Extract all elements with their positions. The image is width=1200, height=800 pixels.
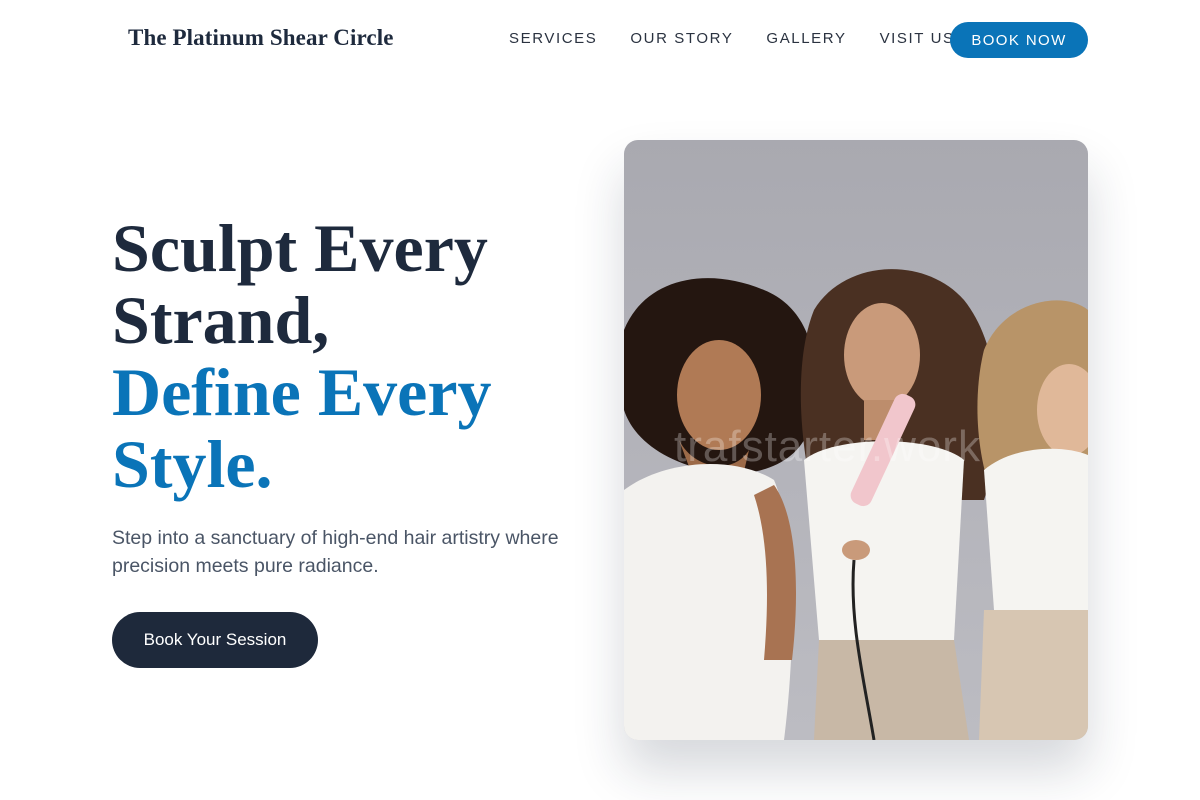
main-nav: SERVICES OUR STORY GALLERY VISIT US [509, 30, 988, 47]
model-center [800, 269, 998, 740]
hero-image: trafstarter.work [624, 140, 1088, 740]
hero-headline: Sculpt Every Strand, Define Every Style. [112, 212, 592, 500]
book-now-button[interactable]: BOOK NOW [950, 22, 1088, 58]
brand-logo[interactable]: The Platinum Shear Circle [128, 25, 394, 51]
model-left [624, 278, 816, 740]
headline-accent-line-2: Style. [112, 426, 273, 502]
nav-services[interactable]: SERVICES [509, 30, 597, 47]
headline-accent-line-1: Define Every [112, 354, 492, 430]
hero-subtext: Step into a sanctuary of high-end hair a… [112, 527, 559, 577]
headline-line-1: Sculpt Every [112, 210, 488, 286]
page: The Platinum Shear Circle SERVICES OUR S… [0, 0, 1200, 800]
model-right [977, 300, 1088, 740]
nav-our-story[interactable]: OUR STORY [630, 30, 733, 47]
headline-line-2: Strand, [112, 282, 330, 358]
image-watermark: trafstarter.work [674, 422, 981, 471]
book-session-button[interactable]: Book Your Session [112, 612, 318, 668]
nav-gallery[interactable]: GALLERY [766, 30, 846, 47]
nav-visit-us[interactable]: VISIT US [880, 30, 955, 47]
site-header: The Platinum Shear Circle SERVICES OUR S… [0, 0, 1200, 80]
